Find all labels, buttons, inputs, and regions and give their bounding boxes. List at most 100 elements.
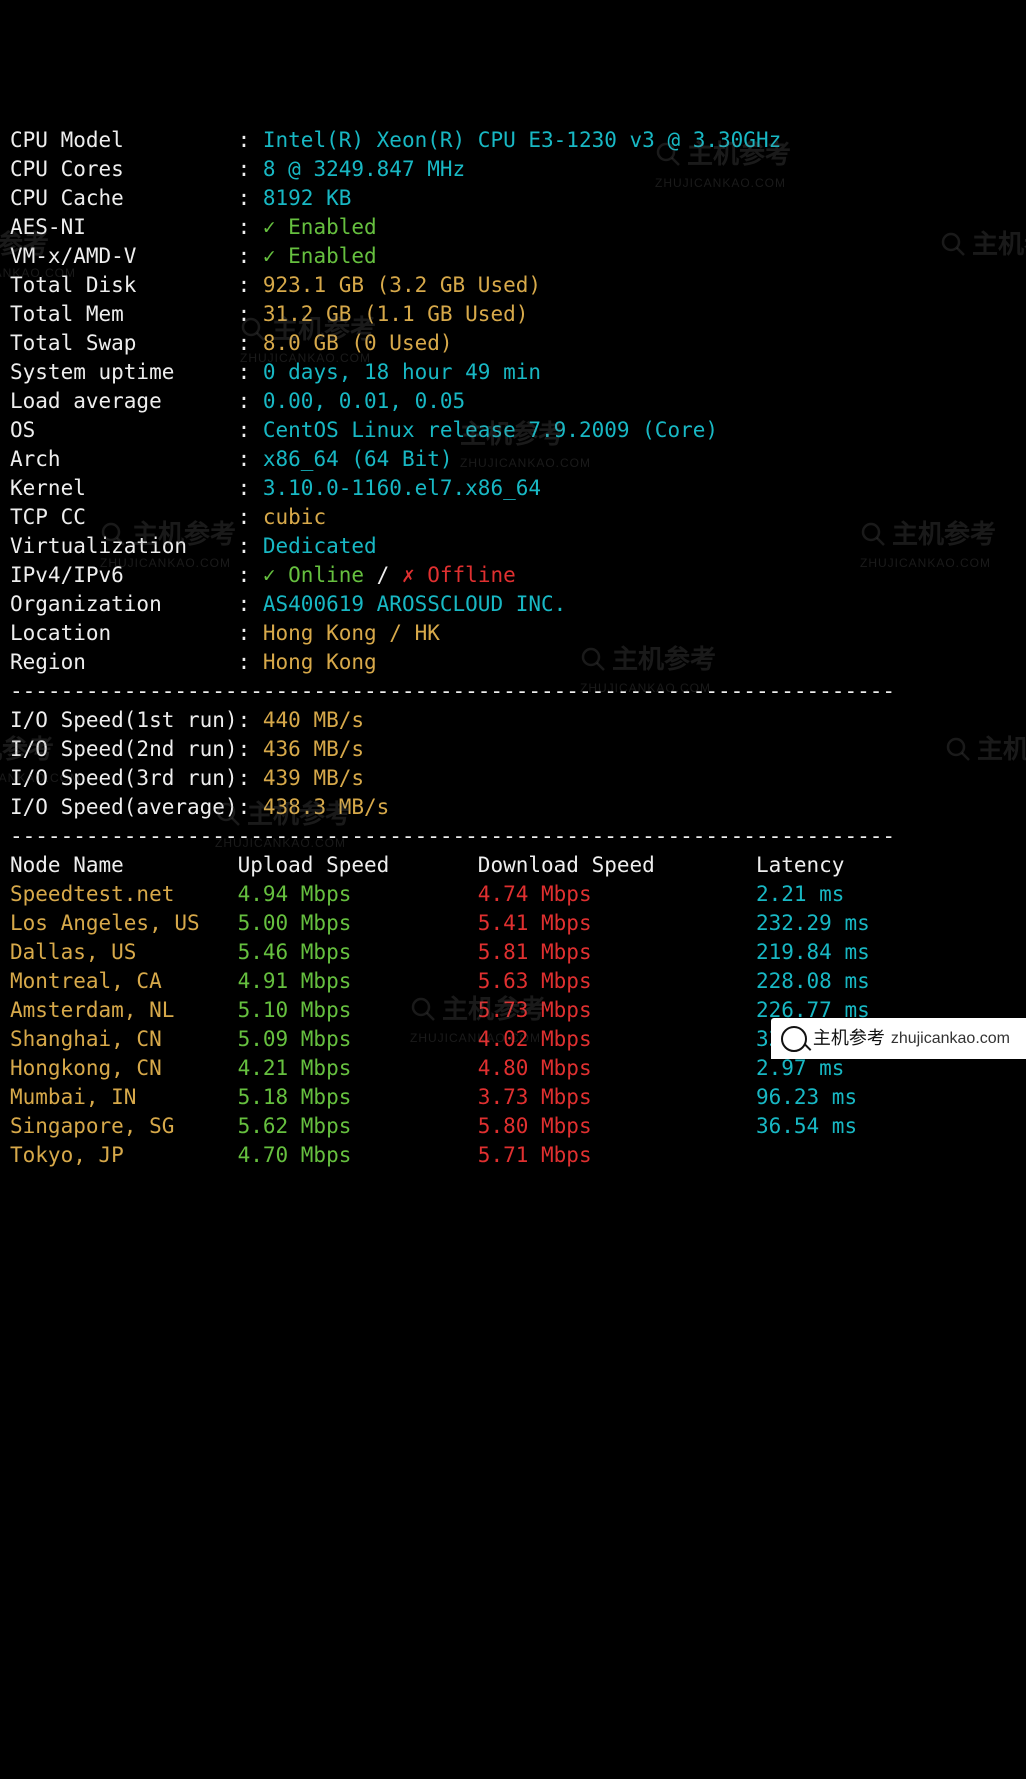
footer-url: zhujicankao.com — [891, 1024, 1010, 1053]
io-row: I/O Speed(1st run): 440 MB/s — [10, 706, 1016, 735]
info-label: TCP CC — [10, 505, 238, 529]
speed-node: Singapore, SG — [10, 1114, 238, 1138]
speed-upload: 5.46 Mbps — [238, 940, 478, 964]
info-label: IPv4/IPv6 — [10, 563, 238, 587]
io-value: 440 MB/s — [263, 708, 364, 732]
speed-download: 5.73 Mbps — [478, 998, 756, 1022]
speed-node: Amsterdam, NL — [10, 998, 238, 1022]
speed-row: Dallas, US 5.46 Mbps 5.81 Mbps 219.84 ms — [10, 938, 1016, 967]
colon: : — [238, 621, 263, 645]
speed-upload: 5.62 Mbps — [238, 1114, 478, 1138]
colon: : — [238, 592, 263, 616]
info-row: CPU Cache : 8192 KB — [10, 184, 1016, 213]
speed-row: Tokyo, JP 4.70 Mbps 5.71 Mbps — [10, 1141, 1016, 1170]
col-node: Node Name — [10, 853, 238, 877]
speed-download: 5.71 Mbps — [478, 1143, 756, 1167]
info-row: Region : Hong Kong — [10, 648, 1016, 677]
io-row: I/O Speed(average): 438.3 MB/s — [10, 793, 1016, 822]
info-row: Arch : x86_64 (64 Bit) — [10, 445, 1016, 474]
speed-node: Mumbai, IN — [10, 1085, 238, 1109]
speed-row: Montreal, CA 4.91 Mbps 5.63 Mbps 228.08 … — [10, 967, 1016, 996]
io-value: 438.3 MB/s — [263, 795, 389, 819]
speed-node: Hongkong, CN — [10, 1056, 238, 1080]
info-row: CPU Cores : 8 @ 3249.847 MHz — [10, 155, 1016, 184]
speed-node: Los Angeles, US — [10, 911, 238, 935]
speed-node: Speedtest.net — [10, 882, 238, 906]
info-label: Virtualization — [10, 534, 238, 558]
info-row: Virtualization : Dedicated — [10, 532, 1016, 561]
speed-upload: 5.00 Mbps — [238, 911, 478, 935]
io-value: 439 MB/s — [263, 766, 364, 790]
colon: : — [238, 389, 263, 413]
io-value: 436 MB/s — [263, 737, 364, 761]
speed-latency: 232.29 ms — [756, 911, 870, 935]
info-label: Total Disk — [10, 273, 238, 297]
info-label: Region — [10, 650, 238, 674]
speed-latency: 2.97 ms — [756, 1056, 845, 1080]
info-value: 923.1 GB (3.2 GB Used) — [263, 273, 541, 297]
io-label: I/O Speed(3rd run) — [10, 766, 238, 790]
colon: : — [238, 505, 263, 529]
io-label: I/O Speed(2nd run) — [10, 737, 238, 761]
info-label: VM-x/AMD-V — [10, 244, 238, 268]
info-value: AS400619 AROSSCLOUD INC. — [263, 592, 566, 616]
info-label: Total Swap — [10, 331, 238, 355]
separator-line: ----------------------------------------… — [10, 822, 1016, 851]
info-value: 3.10.0-1160.el7.x86_64 — [263, 476, 541, 500]
speed-download: 4.74 Mbps — [478, 882, 756, 906]
speed-upload: 5.18 Mbps — [238, 1085, 478, 1109]
speed-latency: 219.84 ms — [756, 940, 870, 964]
info-value: 8 @ 3249.847 MHz — [263, 157, 465, 181]
colon: : — [238, 650, 263, 674]
info-value: Hong Kong — [263, 650, 377, 674]
colon: : — [238, 273, 263, 297]
speed-node: Dallas, US — [10, 940, 238, 964]
speed-download: 5.80 Mbps — [478, 1114, 756, 1138]
footer-brand: 主机参考 — [813, 1024, 885, 1053]
speed-latency: 2.21 ms — [756, 882, 845, 906]
colon: : — [238, 708, 263, 732]
info-value: 8.0 GB (0 Used) — [263, 331, 453, 355]
colon: : — [238, 186, 263, 210]
info-row: AES-NI : ✓ Enabled — [10, 213, 1016, 242]
speed-upload: 4.70 Mbps — [238, 1143, 478, 1167]
col-latency: Latency — [756, 853, 845, 877]
info-label: Kernel — [10, 476, 238, 500]
speed-latency: 36.54 ms — [756, 1114, 857, 1138]
colon: : — [238, 476, 263, 500]
speed-download: 3.73 Mbps — [478, 1085, 756, 1109]
info-label: CPU Model — [10, 128, 238, 152]
colon: : — [238, 244, 263, 268]
info-row: System uptime : 0 days, 18 hour 49 min — [10, 358, 1016, 387]
colon: : — [238, 331, 263, 355]
info-value: x86_64 (64 Bit) — [263, 447, 453, 471]
io-row: I/O Speed(2nd run): 436 MB/s — [10, 735, 1016, 764]
io-label: I/O Speed(1st run) — [10, 708, 238, 732]
speed-upload: 4.21 Mbps — [238, 1056, 478, 1080]
info-row: CPU Model : Intel(R) Xeon(R) CPU E3-1230… — [10, 126, 1016, 155]
footer-banner: 主机参考 zhujicankao.com — [771, 1018, 1026, 1059]
info-value: Hong Kong / HK — [263, 621, 440, 645]
colon: : — [238, 128, 263, 152]
separator-line: ----------------------------------------… — [10, 677, 1016, 706]
colon: : — [238, 302, 263, 326]
colon: : — [238, 418, 263, 442]
colon: : — [238, 215, 263, 239]
speed-download: 5.63 Mbps — [478, 969, 756, 993]
speed-row: Mumbai, IN 5.18 Mbps 3.73 Mbps 96.23 ms — [10, 1083, 1016, 1112]
info-label: CPU Cache — [10, 186, 238, 210]
info-label: OS — [10, 418, 238, 442]
speed-row: Singapore, SG 5.62 Mbps 5.80 Mbps 36.54 … — [10, 1112, 1016, 1141]
info-value: cubic — [263, 505, 326, 529]
ipv4-status: ✓ Online — [263, 563, 364, 587]
speed-upload: 5.09 Mbps — [238, 1027, 478, 1051]
info-row: Kernel : 3.10.0-1160.el7.x86_64 — [10, 474, 1016, 503]
info-value: Intel(R) Xeon(R) CPU E3-1230 v3 @ 3.30GH… — [263, 128, 781, 152]
info-value: 0 days, 18 hour 49 min — [263, 360, 541, 384]
info-label: Organization — [10, 592, 238, 616]
info-label: AES-NI — [10, 215, 238, 239]
speed-node: Tokyo, JP — [10, 1143, 238, 1167]
speed-download: 4.80 Mbps — [478, 1056, 756, 1080]
info-value: ✓ Enabled — [263, 244, 377, 268]
speed-download: 5.41 Mbps — [478, 911, 756, 935]
